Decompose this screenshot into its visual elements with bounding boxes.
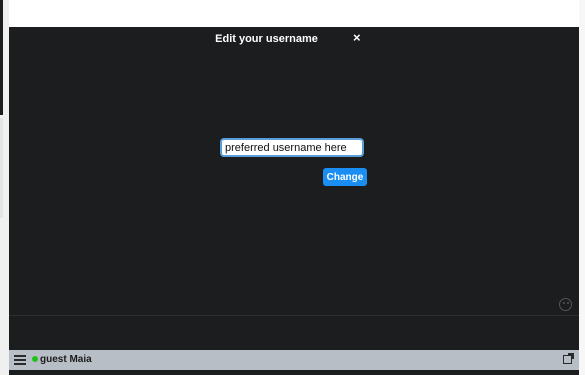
statusbar: guest Maia bbox=[9, 350, 579, 370]
page: Edit your username × Change guest Maia bbox=[0, 0, 585, 375]
left-edge-dark bbox=[0, 0, 3, 115]
chat-widget: Edit your username × Change bbox=[9, 27, 579, 375]
close-icon[interactable]: × bbox=[353, 31, 361, 45]
divider bbox=[9, 315, 579, 316]
left-edge-light bbox=[0, 118, 3, 218]
external-window-icon[interactable] bbox=[563, 353, 574, 364]
hamburger-menu-icon[interactable] bbox=[14, 355, 26, 365]
username-input[interactable] bbox=[220, 138, 364, 157]
smiley-icon[interactable] bbox=[559, 298, 572, 311]
change-button[interactable]: Change bbox=[323, 168, 367, 186]
modal-title: Edit your username bbox=[215, 33, 318, 45]
current-username[interactable]: guest Maia bbox=[40, 354, 92, 365]
right-edge bbox=[579, 0, 585, 375]
online-status-dot bbox=[32, 356, 38, 362]
page-top-area bbox=[9, 0, 579, 27]
